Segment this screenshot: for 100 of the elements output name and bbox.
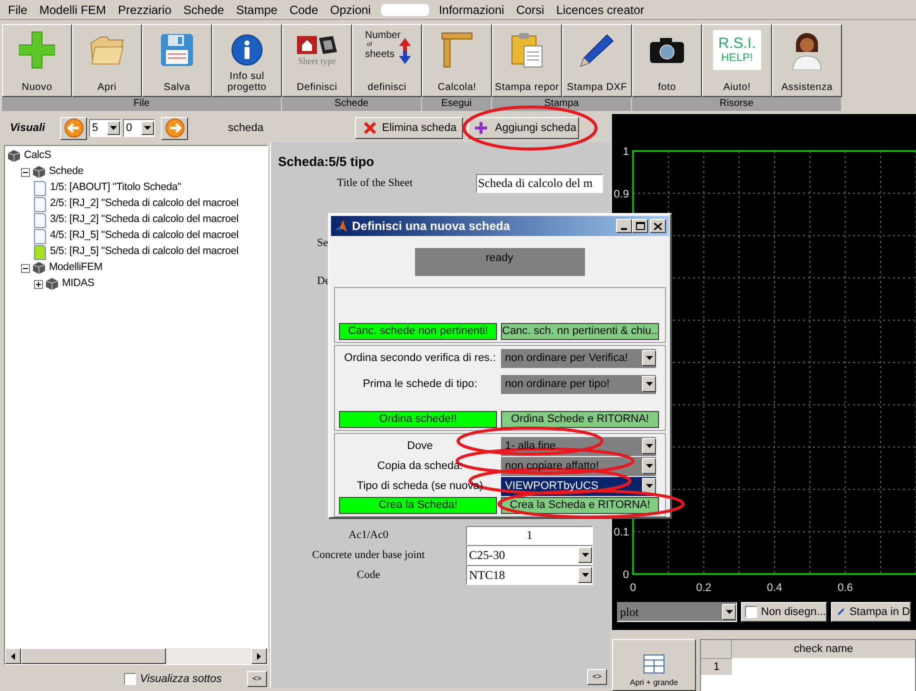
cube-icon [8, 150, 20, 162]
dialog-action-button[interactable]: Crea la Scheda! [339, 497, 497, 514]
toolbar-button[interactable]: foto [632, 24, 702, 97]
menu-item[interactable]: Code [283, 0, 324, 18]
menu-item[interactable]: Stampe [230, 0, 284, 18]
toolbar-button[interactable]: Stampa DXF [562, 24, 632, 97]
right-arrow-icon[interactable] [257, 652, 261, 660]
tree-item[interactable]: 3/5: [RJ_2] "Scheda di calcolo del macroel [50, 212, 239, 228]
menu-item[interactable]: Licences creator [550, 0, 650, 18]
option-select[interactable]: non ordinare per Verifica! [501, 348, 656, 368]
option-select[interactable]: non ordinare per tipo! [501, 374, 656, 394]
x-tick-label: 0 [630, 582, 636, 594]
toolbar-button[interactable]: Calcola! [422, 24, 492, 97]
dropdown-arrow-icon [646, 484, 652, 488]
clipboard-icon [510, 32, 544, 68]
left-arrow-icon[interactable] [11, 652, 15, 660]
plus-icon [36, 282, 41, 286]
cube-icon [33, 262, 45, 274]
tree-item[interactable]: 4/5: [RJ_5] "Scheda di calcolo del macroel [50, 228, 239, 244]
plus-icon [19, 30, 55, 70]
tree-item[interactable]: Schede [49, 164, 84, 180]
open-larger-button[interactable]: Apri + grande [612, 639, 696, 691]
menu-item[interactable]: Schede [177, 0, 230, 18]
select-field[interactable]: NTC18 [466, 565, 593, 585]
collapse-toggle[interactable] [21, 168, 30, 176]
cube-icon [46, 278, 58, 290]
plot-select[interactable]: plot [617, 602, 737, 622]
dialog-action-button[interactable]: Ordina schede!! [339, 411, 497, 428]
dropdown-arrow-icon [646, 464, 652, 468]
group-label: File [2, 97, 282, 111]
navigator-caption: scheda [228, 120, 264, 136]
field-label: Se [317, 236, 328, 252]
column-header: check name [792, 642, 854, 657]
print-button[interactable]: Stampa in D [831, 602, 911, 622]
toolbar-button[interactable]: R.S.I. HELP! Aiuto! [702, 24, 772, 97]
field-label: Code [356, 568, 382, 583]
maximize-button[interactable] [632, 219, 648, 233]
dropdown-arrow-icon [110, 126, 117, 130]
checkbox-control[interactable]: Non disegn... [741, 602, 827, 622]
menu-item[interactable]: Opzioni [324, 0, 377, 18]
dialog-action-button[interactable]: Canc. schede non pertinenti! [339, 323, 497, 340]
checkbox[interactable] [124, 673, 136, 686]
minus-icon [23, 170, 28, 174]
table-icon [643, 654, 665, 674]
y-tick-label: 1 [622, 146, 629, 158]
group-label: Schede [282, 97, 422, 111]
menu-item[interactable]: Informazioni [432, 0, 510, 18]
cross-icon [364, 122, 376, 134]
add-sheet-button[interactable]: Aggiungi scheda [468, 117, 579, 139]
tree-item[interactable]: 2/5: [RJ_2] "Scheda di calcolo del macroel [50, 196, 239, 212]
expand-toggle[interactable] [34, 280, 43, 288]
y-tick-label: 0.1 [614, 526, 629, 539]
dropdown-arrow-icon [646, 444, 652, 448]
menu-item[interactable]: Prezziario [112, 0, 178, 18]
toolbar-button[interactable]: Apri [72, 24, 142, 97]
next-button[interactable] [161, 116, 188, 140]
tree-item[interactable]: MIDAS [62, 276, 94, 292]
tree-item[interactable]: ModelliFEM [49, 260, 102, 276]
menu-item[interactable]: Modelli FEM [33, 0, 112, 18]
menu-item[interactable]: File [2, 0, 34, 18]
menu-item[interactable]: Corsi [510, 0, 550, 18]
camera-icon [649, 36, 685, 64]
dialog-action-button[interactable]: Crea la Scheda e RITORNA! [501, 497, 659, 514]
option-label: Copia da scheda: [376, 458, 464, 474]
select-field[interactable]: C25-30 [466, 545, 593, 565]
toolbar-button[interactable]: Nuovo [2, 24, 72, 97]
x-tick-label: 0.6 [838, 582, 853, 594]
help-badge-icon: R.S.I. HELP! [713, 30, 761, 70]
minimize-button[interactable] [616, 219, 632, 233]
x-tick-label: 0.4 [766, 582, 782, 594]
toolbar-button[interactable]: Salva [142, 24, 212, 97]
text-field[interactable]: Scheda di calcolo del m [476, 174, 603, 193]
sheet-select[interactable]: 5 [89, 119, 121, 137]
toolbar-button[interactable]: Sheet type Definisci [282, 24, 352, 97]
y-tick-label: 0.9 [614, 188, 629, 200]
dropdown-arrow-icon [582, 553, 588, 557]
toolbar-button[interactable]: Assistenza [772, 24, 842, 97]
delete-sheet-button[interactable]: Elimina scheda [355, 117, 463, 139]
sub-select[interactable]: 0 [123, 119, 155, 137]
toolbar-button[interactable]: Info sul progetto [212, 24, 282, 97]
expand-panel-button[interactable]: <> [247, 671, 267, 688]
previous-button[interactable] [60, 116, 87, 140]
ruler-icon [440, 31, 474, 69]
expand-panel-button[interactable]: <> [587, 669, 607, 685]
checkbox[interactable] [745, 606, 757, 618]
tree-item[interactable]: CalcS [24, 148, 52, 164]
toolbar-button[interactable]: Stampa repor [492, 24, 562, 97]
collapse-toggle[interactable] [21, 264, 30, 272]
horizontal-scrollbar[interactable] [5, 648, 267, 664]
dialog-action-button[interactable]: Canc. sch. nn pertinenti & chiu... [501, 323, 659, 340]
tree-item[interactable]: 1/5: [ABOUT] "Titolo Scheda" [50, 180, 182, 196]
pencil-icon [837, 606, 844, 618]
person-icon [792, 30, 822, 70]
x-tick-label: 0.2 [696, 582, 712, 594]
dialog-action-button[interactable]: Ordina Schede e RITORNA! [501, 411, 659, 428]
dropdown-arrow-icon [726, 610, 732, 614]
number-field[interactable]: 1 [466, 526, 593, 544]
tree-item[interactable]: 5/5: [RJ_5] "Scheda di calcolo del macroel [50, 244, 239, 260]
sheet-heading: Scheda:5/5 tipo [278, 153, 376, 171]
close-button[interactable] [650, 219, 666, 233]
